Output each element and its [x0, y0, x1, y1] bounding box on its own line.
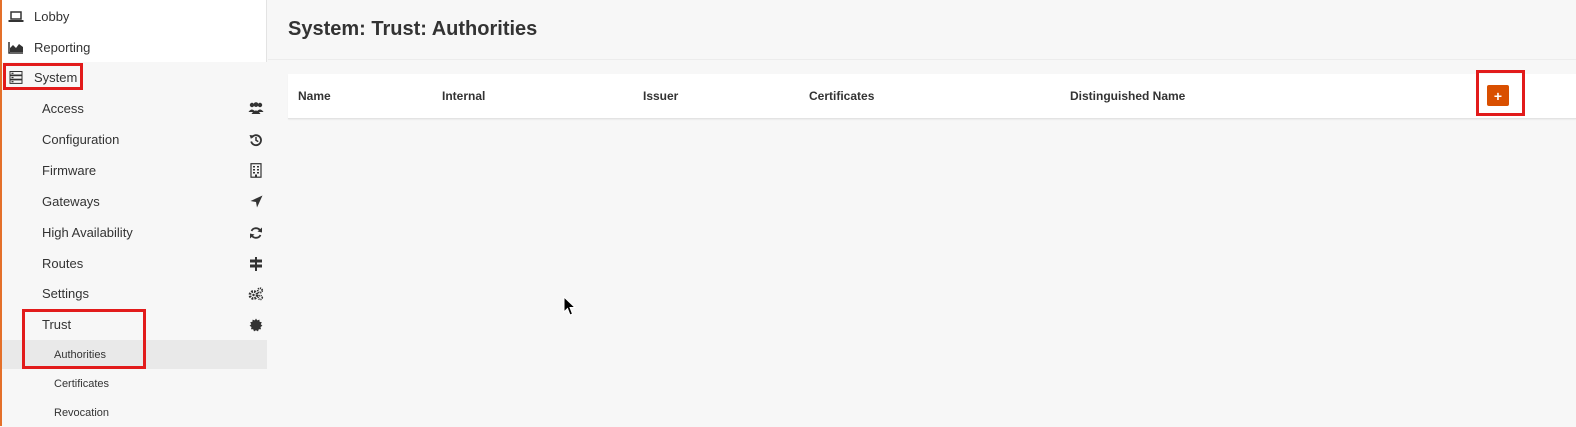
- authorities-table: Name Internal Issuer Certificates Distin…: [288, 74, 1576, 119]
- sidebar-item-label: Settings: [42, 286, 89, 301]
- column-header-internal[interactable]: Internal: [442, 89, 485, 103]
- add-authority-button[interactable]: +: [1487, 85, 1509, 106]
- sidebar-item-routes[interactable]: Routes: [42, 248, 264, 279]
- area-chart-icon: [8, 41, 24, 55]
- column-header-certificates[interactable]: Certificates: [809, 89, 874, 103]
- certificate-icon: [248, 317, 264, 333]
- sidebar-item-settings[interactable]: Settings: [42, 278, 264, 309]
- nav-item-label: System: [34, 70, 78, 85]
- sidebar-item-label: High Availability: [42, 225, 133, 240]
- laptop-icon: [8, 10, 24, 24]
- sidebar-item-trust[interactable]: Trust: [42, 309, 264, 340]
- column-header-name[interactable]: Name: [298, 89, 331, 103]
- cogs-icon: [248, 286, 264, 302]
- sidebar: Lobby Reporting System Access Configurat…: [0, 0, 267, 426]
- building-icon: [248, 163, 264, 179]
- sidebar-subitem-revocation[interactable]: Revocation: [2, 398, 267, 427]
- page-title: System: Trust: Authorities: [288, 18, 538, 40]
- sidebar-item-configuration[interactable]: Configuration: [42, 124, 264, 155]
- nav-item-label: Reporting: [34, 40, 91, 55]
- mouse-cursor-icon: [563, 296, 577, 316]
- sidebar-item-label: Access: [42, 101, 84, 116]
- sidebar-item-high-availability[interactable]: High Availability: [42, 217, 264, 248]
- sidebar-subitem-label: Authorities: [54, 348, 106, 361]
- sidebar-item-firmware[interactable]: Firmware: [42, 155, 264, 186]
- sidebar-subitem-label: Certificates: [54, 377, 110, 390]
- sidebar-item-label: Gateways: [42, 194, 100, 209]
- sidebar-item-label: Routes: [42, 256, 84, 271]
- history-icon: [248, 132, 264, 148]
- sidebar-item-gateways[interactable]: Gateways: [42, 186, 264, 217]
- sidebar-subitem-label: Revocation: [54, 406, 110, 419]
- sidebar-item-access[interactable]: Access: [42, 93, 264, 124]
- location-arrow-icon: [248, 194, 264, 210]
- column-header-issuer[interactable]: Issuer: [643, 89, 678, 103]
- nav-item-lobby[interactable]: Lobby: [8, 1, 69, 32]
- signpost-icon: [248, 256, 264, 272]
- sidebar-item-label: Configuration: [42, 132, 120, 147]
- page-header: System: Trust: Authorities: [268, 0, 1576, 60]
- refresh-icon: [248, 225, 264, 241]
- column-header-distinguished-name[interactable]: Distinguished Name: [1070, 89, 1185, 103]
- sidebar-item-label: Firmware: [42, 163, 97, 178]
- nav-item-system[interactable]: System: [8, 62, 77, 93]
- server-icon: [8, 71, 24, 85]
- nav-item-reporting[interactable]: Reporting: [8, 32, 90, 63]
- nav-item-label: Lobby: [34, 9, 70, 24]
- users-icon: [248, 101, 264, 117]
- sidebar-subitem-authorities[interactable]: Authorities: [2, 340, 267, 369]
- sidebar-subitem-certificates[interactable]: Certificates: [2, 369, 267, 398]
- sidebar-item-label: Trust: [42, 317, 72, 332]
